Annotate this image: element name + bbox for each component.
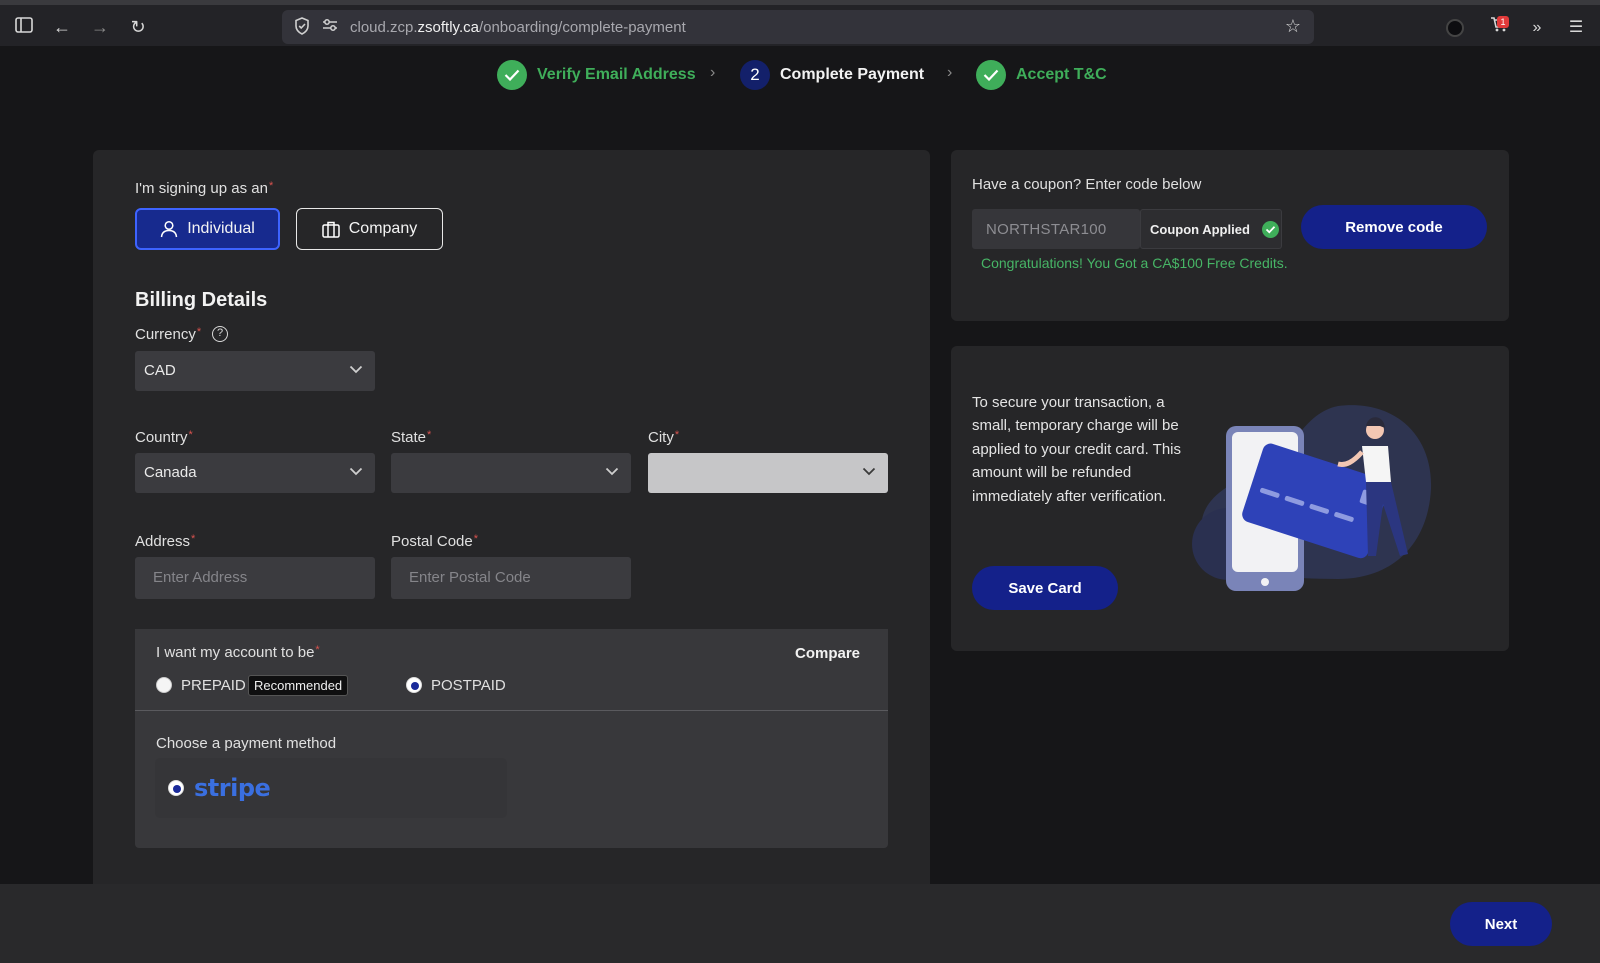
secure-transaction-text: To secure your transaction, a small, tem… [972,394,1181,505]
compare-link[interactable]: Compare [795,645,860,662]
address-input[interactable]: Enter Address [135,557,375,599]
recommended-badge: Recommended [248,675,349,696]
prepaid-radio[interactable] [156,677,172,693]
required-marker: * [315,644,320,656]
coupon-status-text: Coupon Applied [1150,222,1250,237]
state-select[interactable] [391,453,631,493]
menu-icon[interactable]: ☰ [1564,16,1588,40]
stripe-radio[interactable] [168,780,184,796]
url-prefix: cloud.zcp. [350,19,418,36]
city-select[interactable] [648,453,888,493]
required-marker: * [473,533,478,545]
sidebar-toggle-icon[interactable] [11,14,37,40]
step-accept-tc: Accept T&C [976,60,1107,90]
extension-badge: 1 [1497,16,1509,28]
check-icon [497,60,527,90]
postal-code-label: Postal Code* [391,533,478,550]
country-value: Canada [144,464,197,481]
company-label: Company [348,220,418,237]
next-button[interactable]: Next [1450,902,1552,946]
required-marker: * [196,326,202,338]
url-domain: zsoftly.ca [417,19,479,36]
browser-toolbar: ← → ↻ cloud.zcp.zsoftly.ca/onboarding/co… [0,0,1600,46]
bookmark-star-icon[interactable]: ☆ [1282,15,1304,37]
account-type-section [135,629,888,710]
country-select[interactable]: Canada [135,453,375,493]
step-number: 2 [740,60,770,90]
country-label: Country* [135,429,193,446]
currency-label: Currency* [135,326,201,343]
address-bar[interactable]: cloud.zcp.zsoftly.ca/onboarding/complete… [282,10,1314,44]
signup-type-text: I'm signing up as an [135,180,268,197]
step-verify-email: Verify Email Address [497,60,696,90]
check-icon [1262,221,1279,238]
footer-bar [0,884,1600,963]
coupon-code: NORTHSTAR100 [986,221,1107,238]
coupon-input[interactable]: NORTHSTAR100 [972,209,1140,249]
individual-label: Individual [187,220,255,237]
remove-code-button[interactable]: Remove code [1301,205,1487,249]
address-label-text: Address [135,533,191,550]
postpaid-radio[interactable] [406,677,422,693]
postpaid-label[interactable]: POSTPAID [431,677,506,694]
step-label: Verify Email Address [537,66,696,83]
postal-code-label-text: Postal Code [391,533,473,550]
postal-code-input[interactable]: Enter Postal Code [391,557,631,599]
overflow-chevrons-icon[interactable]: » [1525,16,1549,40]
city-label-text: City [648,429,674,446]
signup-type-label: I'm signing up as an* [135,180,273,197]
url-text[interactable]: cloud.zcp.zsoftly.ca/onboarding/complete… [350,19,686,36]
help-icon[interactable]: ? [212,326,228,342]
chevron-right-icon: › [947,64,953,81]
card-illustration [1192,405,1432,591]
currency-label-text: Currency [135,326,196,343]
coupon-status: Coupon Applied [1140,209,1282,249]
url-path: /onboarding/complete-payment [478,19,686,36]
step-label: Complete Payment [780,66,925,83]
forward-icon[interactable]: → [87,14,113,40]
coupon-title: Have a coupon? Enter code below [972,176,1202,193]
chevron-down-icon [349,365,363,374]
permissions-icon[interactable] [320,17,340,37]
postal-code-placeholder: Enter Postal Code [409,569,531,586]
address-placeholder: Enter Address [153,569,248,586]
country-label-text: Country [135,429,188,446]
reload-icon[interactable]: ↻ [125,14,151,40]
extension-icon[interactable] [1446,19,1464,37]
individual-button[interactable]: Individual [135,208,280,250]
user-icon [160,220,178,238]
chevron-down-icon [349,467,363,476]
billing-details-heading: Billing Details [135,289,268,311]
chevron-down-icon [862,467,876,476]
chevron-down-icon [605,467,619,476]
currency-value: CAD [144,362,176,379]
account-type-text: I want my account to be [156,644,315,661]
currency-select[interactable]: CAD [135,351,375,391]
required-marker: * [191,533,196,545]
step-label: Accept T&C [1016,66,1107,83]
account-type-label: I want my account to be* [156,644,320,661]
payment-method-label: Choose a payment method [156,735,337,752]
required-marker: * [427,429,432,441]
required-marker: * [674,429,680,441]
required-marker: * [268,180,274,192]
address-label: Address* [135,533,195,550]
company-button[interactable]: Company [296,208,443,250]
city-label: City* [648,429,679,446]
building-icon [322,221,340,238]
step-complete-payment: 2 Complete Payment [740,60,924,90]
coupon-success-message: Congratulations! You Got a CA$100 Free C… [981,255,1288,271]
save-card-button[interactable]: Save Card [972,566,1118,610]
check-icon [976,60,1006,90]
prepaid-label[interactable]: PREPAID [181,677,246,694]
required-marker: * [188,429,193,441]
back-icon[interactable]: ← [49,14,75,40]
stripe-logo: stripe [194,774,271,802]
chevron-right-icon: › [710,64,716,81]
shield-icon[interactable] [292,17,312,37]
state-label-text: State [391,429,427,446]
state-label: State* [391,429,431,446]
